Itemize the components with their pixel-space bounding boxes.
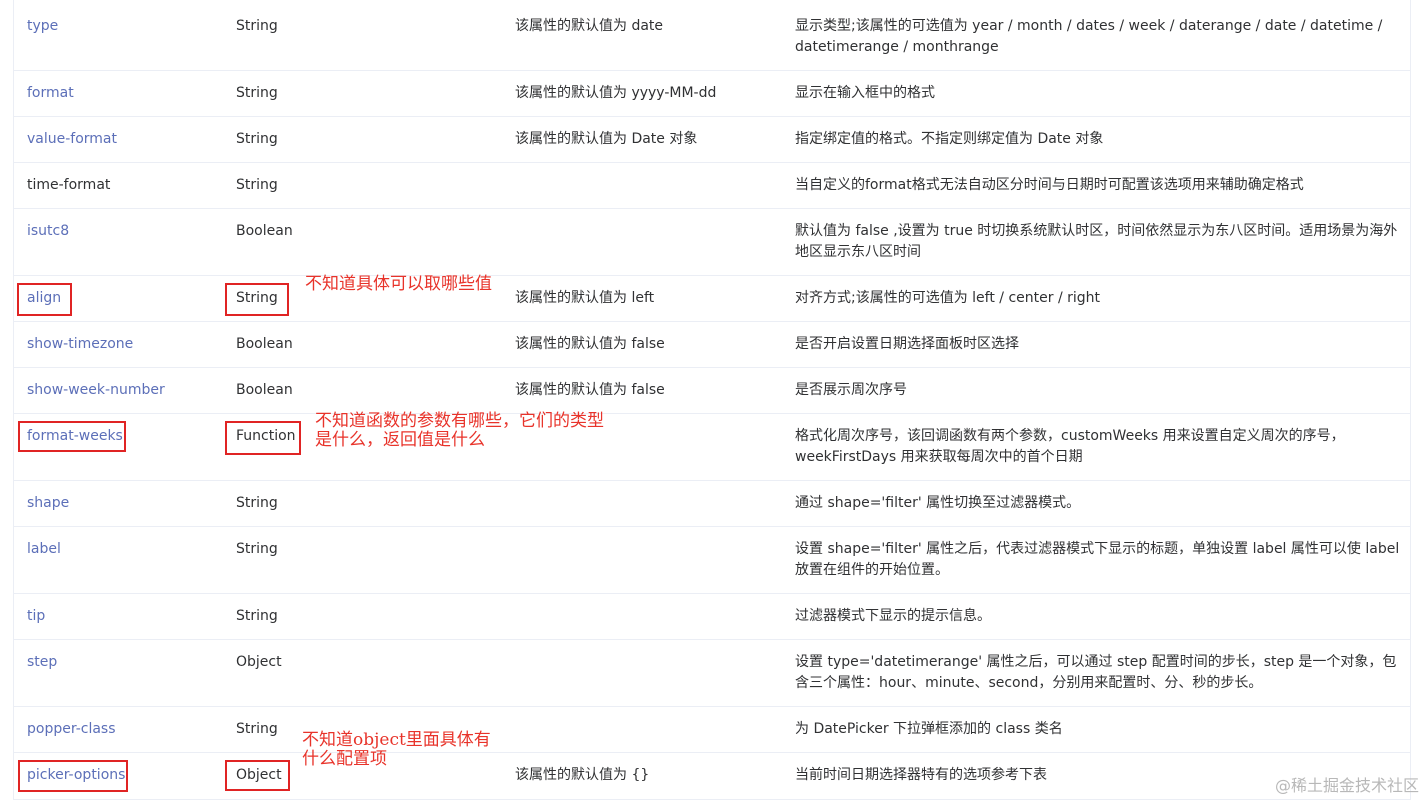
highlight-format-weeks-name <box>18 421 126 452</box>
attribute-name[interactable]: shape <box>27 493 69 514</box>
attribute-name[interactable]: show-week-number <box>27 380 165 401</box>
attribute-name: time-format <box>27 177 111 193</box>
attribute-description: 为 DatePicker 下拉弹框添加的 class 类名 <box>795 721 1063 737</box>
attribute-type: String <box>236 608 278 624</box>
attribute-description: 设置 shape='filter' 属性之后，代表过滤器模式下显示的标题，单独设… <box>795 541 1400 578</box>
table-row: show-timezone Boolean 该属性的默认值为 false 是否开启设置… <box>14 322 1410 368</box>
annotation-format-weeks: 不知道函数的参数有哪些，它们的类型是什么，返回值是什么 <box>315 411 604 450</box>
attribute-description: 当自定义的format格式无法自动区分时间与日期时可配置该选项用来辅助确定格式 <box>795 177 1304 193</box>
attribute-name[interactable]: format <box>27 83 74 104</box>
attribute-type: Object <box>236 654 282 670</box>
table-row: popper-class String 为 DatePicker 下拉弹框添加的 c… <box>14 707 1410 753</box>
attribute-default: 该属性的默认值为 yyyy-MM-dd <box>515 85 717 101</box>
attribute-description: 显示在输入框中的格式 <box>795 85 935 101</box>
attribute-name[interactable]: show-timezone <box>27 334 133 355</box>
attribute-name[interactable]: tip <box>27 606 45 627</box>
attribute-type: String <box>236 177 278 193</box>
attribute-default: 该属性的默认值为 date <box>515 18 664 34</box>
attribute-name[interactable]: step <box>27 652 57 673</box>
attribute-type: String <box>236 721 278 737</box>
annotation-picker-options: 不知道object里面具体有什么配置项 <box>302 730 491 769</box>
attribute-description: 是否开启设置日期选择面板时区选择 <box>795 336 1019 352</box>
table-row: shape String 通过 shape='filter' 属性切换至过滤器模式。 <box>14 481 1410 527</box>
attribute-type: Boolean <box>236 382 293 398</box>
attributes-table: type String 该属性的默认值为 date 显示类型;该属性的可选值为 yea… <box>13 0 1411 800</box>
attribute-type: String <box>236 85 278 101</box>
attribute-description: 设置 type='datetimerange' 属性之后，可以通过 step 配… <box>795 654 1397 691</box>
attribute-default: 该属性的默认值为 false <box>515 382 665 398</box>
attribute-type: Boolean <box>236 223 293 239</box>
attribute-description: 过滤器模式下显示的提示信息。 <box>795 608 991 624</box>
attribute-description: 格式化周次序号，该回调函数有两个参数，customWeeks 用来设置自定义周次… <box>795 428 1345 465</box>
attribute-type: String <box>236 495 278 511</box>
attribute-default: 该属性的默认值为 {} <box>515 767 650 783</box>
attribute-description: 显示类型;该属性的可选值为 year / month / dates / wee… <box>795 18 1383 55</box>
highlight-format-weeks-type <box>225 421 301 455</box>
attribute-name[interactable]: value-format <box>27 129 117 150</box>
attribute-name[interactable]: type <box>27 16 58 37</box>
table-row: picker-options Object 该属性的默认值为 {} 当前时间日期选择器… <box>14 753 1410 800</box>
attribute-type: Boolean <box>236 336 293 352</box>
table-row: align String 该属性的默认值为 left 对齐方式;该属性的可选值为 le… <box>14 276 1410 322</box>
table-row: isutc8 Boolean 默认值为 false ,设置为 true 时切换系统默… <box>14 209 1410 276</box>
table-row: show-week-number Boolean 该属性的默认值为 false 是否展… <box>14 368 1410 414</box>
attribute-default: 该属性的默认值为 left <box>515 290 655 306</box>
table-row: format String 该属性的默认值为 yyyy-MM-dd 显示在输入框中的格… <box>14 71 1410 117</box>
attribute-default: 该属性的默认值为 false <box>515 336 665 352</box>
highlight-picker-options-type <box>225 760 290 791</box>
highlight-align-type <box>225 283 289 316</box>
table-row: time-format String 当自定义的format格式无法自动区分时间与日… <box>14 163 1410 209</box>
attribute-default: 该属性的默认值为 Date 对象 <box>515 131 698 147</box>
attribute-description: 是否展示周次序号 <box>795 382 907 398</box>
table-row: tip String 过滤器模式下显示的提示信息。 <box>14 594 1410 640</box>
attribute-type: String <box>236 541 278 557</box>
table-row: type String 该属性的默认值为 date 显示类型;该属性的可选值为 yea… <box>14 4 1410 71</box>
attribute-name[interactable]: popper-class <box>27 719 116 740</box>
attribute-type: String <box>236 18 278 34</box>
attribute-description: 默认值为 false ,设置为 true 时切换系统默认时区，时间依然显示为东八… <box>795 223 1398 260</box>
attribute-description: 指定绑定值的格式。不指定则绑定值为 Date 对象 <box>795 131 1104 147</box>
highlight-picker-options-name <box>18 760 128 792</box>
highlight-align-name <box>17 283 72 316</box>
table-row: value-format String 该属性的默认值为 Date 对象 指定绑定值的… <box>14 117 1410 163</box>
attribute-description: 通过 shape='filter' 属性切换至过滤器模式。 <box>795 495 1081 511</box>
watermark: @稀土掘金技术社区 <box>1274 776 1419 795</box>
attribute-description: 对齐方式;该属性的可选值为 left / center / right <box>795 290 1101 306</box>
attribute-name[interactable]: label <box>27 539 61 560</box>
attribute-name[interactable]: isutc8 <box>27 221 69 242</box>
table-row: step Object 设置 type='datetimerange' 属性之后，可… <box>14 640 1410 707</box>
attribute-type: String <box>236 131 278 147</box>
annotation-align: 不知道具体可以取哪些值 <box>305 274 492 294</box>
table-row: label String 设置 shape='filter' 属性之后，代表过滤器模… <box>14 527 1410 594</box>
table-row: format-weeks Function 格式化周次序号，该回调函数有两个参数，c… <box>14 414 1410 481</box>
